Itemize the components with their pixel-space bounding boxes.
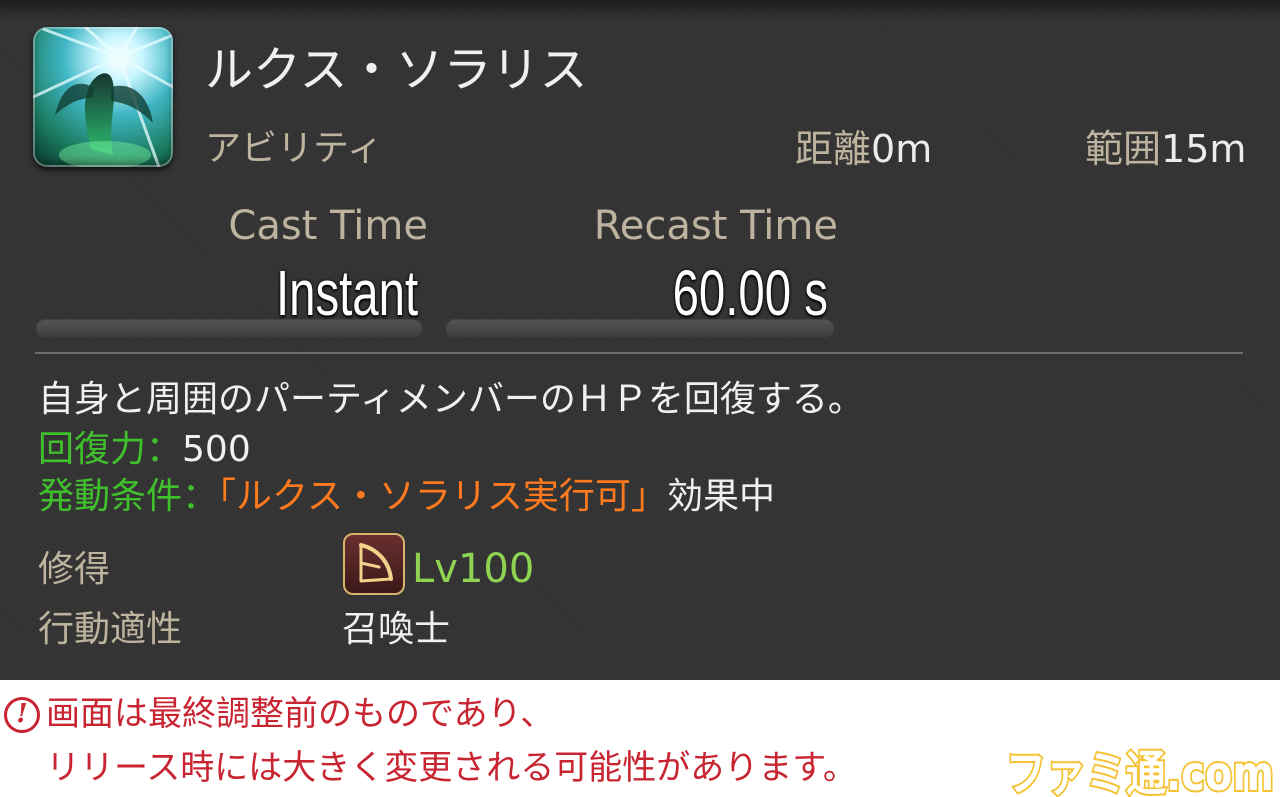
acquired-level: Lv100 (412, 546, 535, 592)
recast-time-value: 60.00 s (672, 257, 828, 329)
radius-value: 15m (1161, 127, 1247, 171)
notice-line-2: リリース時には大きく変更される可能性があります。 (46, 748, 857, 788)
description-text: 自身と周囲のパーティメンバーのＨＰを回復する。 (38, 379, 864, 420)
recast-time-label: Recast Time (593, 203, 838, 249)
radius-label: 範囲 (1085, 127, 1162, 171)
section-divider (35, 352, 1243, 354)
summoner-job-icon (343, 533, 405, 595)
action-tooltip: ルクス・ソラリス アビリティ 距離0m 範囲15m Cast Time Reca… (0, 0, 1280, 680)
warning-icon: ! (4, 697, 40, 733)
affinity-value: 召喚士 (342, 609, 451, 650)
affinity-label: 行動適性 (38, 609, 183, 650)
cast-time-value: Instant (275, 257, 418, 329)
condition-line: 発動条件：「ルクス・ソラリス実行可」効果中 (38, 472, 775, 522)
disclaimer-notice: ! 画面は最終調整前のものであり、 リリース時には大きく変更される可能性がありま… (0, 680, 1280, 797)
watermark-text: ファミ通.com (1006, 746, 1274, 797)
skill-name: ルクス・ソラリス (205, 42, 588, 98)
range-label: 距離 (795, 127, 872, 171)
tooltip-top-bevel (0, 0, 1280, 20)
lux-solaris-icon (33, 27, 173, 167)
potency-label: 回復力： (38, 429, 183, 470)
radius-stat: 範囲15m (1085, 124, 1246, 174)
range-stat: 距離0m (795, 124, 932, 174)
range-value: 0m (871, 127, 933, 171)
potency-value: 500 (182, 429, 251, 470)
condition-suffix: 効果中 (666, 476, 775, 517)
skill-type: アビリティ (205, 128, 383, 169)
condition-label: 発動条件： (38, 476, 219, 517)
famitsu-watermark-logo: ファミ通.com (1000, 740, 1280, 797)
acquired-label: 修得 (38, 549, 111, 590)
potency-line: 回復力：500 (38, 425, 251, 475)
condition-status: 「ルクス・ソラリス実行可」 (218, 476, 667, 517)
notice-line-1: 画面は最終調整前のものであり、 (46, 694, 555, 734)
cast-time-label: Cast Time (228, 203, 428, 249)
